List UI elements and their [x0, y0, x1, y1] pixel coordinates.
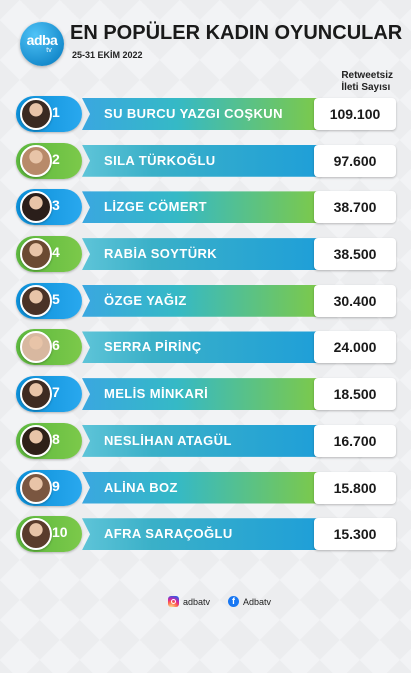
actress-avatar [20, 378, 52, 411]
ranking-row: 2 SILA TÜRKOĞLU 97.600 [0, 141, 411, 188]
rank-number: 3 [52, 197, 60, 214]
actress-avatar [20, 284, 52, 317]
actress-name: NESLİHAN ATAGÜL [104, 432, 232, 448]
actress-name: AFRA SARAÇOĞLU [104, 526, 233, 542]
actress-avatar [20, 98, 52, 130]
date-range: 25-31 EKİM 2022 [72, 50, 143, 60]
actress-name: MELİS MİNKARİ [104, 386, 209, 402]
post-count-value: 24.000 [314, 331, 396, 364]
rank-number: 4 [52, 244, 60, 261]
ranking-row: 9 ALİNA BOZ 15.800 [0, 468, 411, 515]
rank-number: 9 [52, 477, 60, 494]
actress-name: SERRA PİRİNÇ [104, 339, 202, 355]
rank-number: 1 [52, 104, 60, 120]
logo-sub-text: tv [46, 47, 52, 54]
adba-logo: adba tv [20, 22, 64, 66]
facebook-link[interactable]: f Adbatv [228, 596, 271, 607]
rank-number: 8 [52, 430, 60, 447]
ranking-row: 8 NESLİHAN ATAGÜL 16.700 [0, 421, 411, 468]
ranking-row: 5 ÖZGE YAĞIZ 30.400 [0, 281, 411, 328]
ranking-row: 1 SU BURCU YAZGI COŞKUN 109.100 [0, 94, 411, 141]
instagram-handle: adbatv [183, 596, 211, 607]
rank-number: 7 [52, 384, 60, 401]
actress-avatar [20, 144, 52, 177]
actress-avatar [20, 424, 52, 457]
post-count-value: 15.300 [314, 518, 396, 551]
logo-text: adba [26, 32, 58, 48]
post-count-value: 97.600 [314, 144, 396, 177]
post-count-value: 15.800 [314, 471, 396, 504]
header: adba tv EN POPÜLER KADIN OYUNCULAR 25-31… [20, 20, 403, 66]
actress-avatar [20, 518, 52, 551]
instagram-icon [168, 596, 179, 607]
post-count-value: 38.500 [314, 238, 396, 271]
instagram-link[interactable]: adbatv [168, 596, 210, 607]
ranking-row: 10 AFRA SARAÇOĞLU 15.300 [0, 514, 411, 561]
actress-name: ÖZGE YAĞIZ [104, 292, 187, 308]
page-title: EN POPÜLER KADIN OYUNCULAR [70, 22, 403, 44]
rank-number: 5 [52, 290, 60, 307]
actress-avatar [20, 238, 52, 271]
post-count-value: 30.400 [314, 284, 396, 317]
post-count-value: 16.700 [314, 424, 396, 457]
value-column-header-line2: İleti Sayısı [341, 82, 391, 93]
ranking-row: 3 LİZGE CÖMERT 38.700 [0, 187, 411, 234]
ranking-row: 4 RABİA SOYTÜRK 38.500 [0, 234, 411, 281]
actress-avatar [20, 471, 52, 504]
ranking-row: 6 SERRA PİRİNÇ 24.000 [0, 327, 411, 374]
actress-name: ALİNA BOZ [104, 479, 178, 495]
rank-number: 10 [52, 524, 68, 541]
rank-number: 6 [52, 337, 60, 354]
actress-name: SU BURCU YAZGI COŞKUN [104, 106, 283, 121]
value-column-header-line1: Retweetsiz [341, 70, 393, 81]
actress-name: LİZGE CÖMERT [104, 199, 208, 215]
post-count-value: 38.700 [314, 191, 396, 224]
value-column-header: Retweetsiz İleti Sayısı [341, 70, 393, 94]
post-count-value: 18.500 [314, 378, 396, 411]
facebook-handle: Adbatv [243, 596, 272, 607]
facebook-icon: f [228, 596, 239, 607]
actress-name: SILA TÜRKOĞLU [104, 152, 216, 168]
actress-name: RABİA SOYTÜRK [104, 246, 218, 262]
rank-number: 2 [52, 150, 60, 167]
ranking-list: 1 SU BURCU YAZGI COŞKUN 109.100 2 SILA TÜRKO… [0, 94, 411, 561]
ranking-row: 7 MELİS MİNKARİ 18.500 [0, 374, 411, 421]
post-count-value: 109.100 [314, 98, 396, 130]
